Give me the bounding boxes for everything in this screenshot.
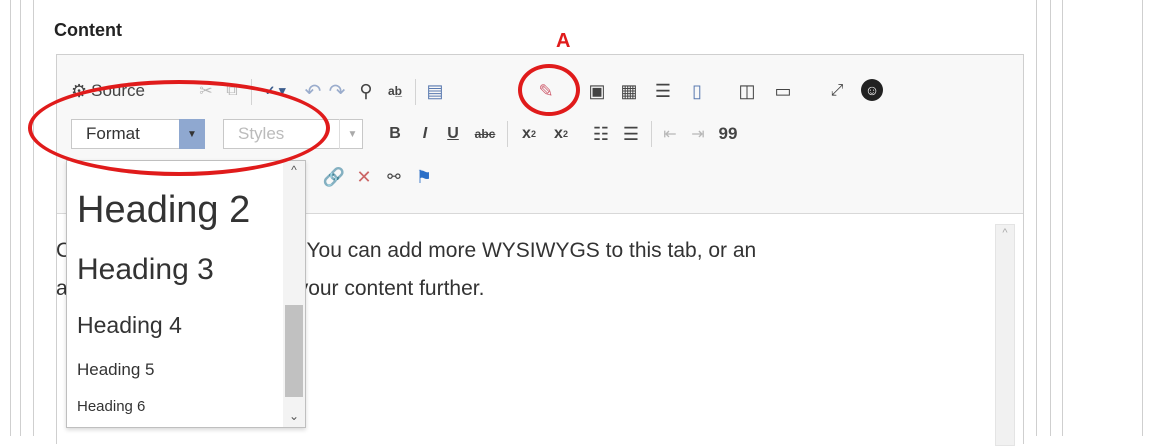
content-line-text: . You can add more WYSIWYGS to this tab,…	[295, 239, 757, 262]
format-option-heading-4[interactable]: Heading 4	[77, 312, 182, 339]
maximize-icon[interactable]: ⤢	[823, 77, 851, 105]
format-option-heading-2[interactable]: Heading 2	[77, 189, 250, 232]
format-option-heading-6[interactable]: Heading 6	[77, 398, 145, 415]
numbered-list-icon[interactable]: ☷	[587, 119, 615, 149]
frame-line	[10, 0, 11, 436]
find-icon[interactable]: ⚲	[353, 77, 379, 105]
showblocks-icon[interactable]: ◫	[733, 77, 761, 105]
italic-button[interactable]: I	[413, 119, 437, 149]
toolbar-separator	[415, 79, 416, 105]
link-icon[interactable]: 🔗	[321, 163, 347, 191]
accessibility-icon[interactable]: ☺	[857, 75, 887, 105]
frame-line	[1142, 0, 1143, 436]
chevron-up-icon[interactable]: ^	[283, 163, 305, 177]
frame-line	[1050, 0, 1051, 436]
toolbar-separator	[651, 121, 652, 147]
replace-icon[interactable]: ab̲	[381, 77, 409, 105]
horizontal-rule-icon[interactable]: ☰	[649, 77, 677, 105]
superscript-label: x	[554, 125, 563, 142]
iframe-icon[interactable]: ▯	[683, 77, 711, 105]
format-option-heading-3[interactable]: Heading 3	[77, 253, 214, 287]
strikethrough-button[interactable]: abc	[469, 119, 501, 149]
frame-line	[33, 0, 34, 436]
underline-button[interactable]: U	[441, 119, 465, 149]
indent-icon[interactable]: ⇥	[685, 119, 711, 149]
annotation-format-ellipse	[28, 80, 330, 176]
template-icon[interactable]: ▭	[769, 77, 797, 105]
outdent-icon[interactable]: ⇤	[657, 119, 683, 149]
select-all-icon[interactable]: ▤	[421, 77, 449, 105]
styles-combo-arrow[interactable]: ▼	[339, 119, 365, 149]
unlink-icon[interactable]: ✕	[351, 163, 377, 191]
frame-line	[20, 0, 21, 436]
frame-line	[1036, 0, 1037, 436]
subscript-label: x	[522, 125, 531, 142]
subscript-button[interactable]: x2	[515, 119, 543, 149]
dropdown-scrollbar[interactable]: ^ ⌄	[283, 161, 305, 427]
superscript-button[interactable]: x2	[547, 119, 575, 149]
content-line-text: your content further.	[297, 277, 485, 300]
chevron-down-icon[interactable]: ⌄	[283, 409, 305, 423]
dropdown-scroll-thumb[interactable]	[285, 305, 303, 397]
image-icon[interactable]: ▣	[583, 77, 611, 105]
chevron-up-icon[interactable]: ^	[996, 227, 1014, 239]
format-dropdown: Heading 2 Heading 3 Heading 4 Heading 5 …	[66, 160, 306, 428]
bold-button[interactable]: B	[383, 119, 407, 149]
annotation-a-label: A	[556, 30, 571, 52]
flag-icon[interactable]: ⚑	[411, 163, 437, 191]
blockquote-button[interactable]: 99	[713, 119, 743, 149]
table-icon[interactable]: ▦	[615, 77, 643, 105]
annotation-a-circle	[518, 64, 580, 116]
content-scrollbar[interactable]: ^	[995, 224, 1015, 446]
format-option-heading-5[interactable]: Heading 5	[77, 360, 155, 380]
anchor-icon[interactable]: ⚯	[381, 163, 407, 191]
redo-icon[interactable]: ↷	[325, 77, 349, 105]
toolbar-separator	[507, 121, 508, 147]
section-label: Content	[54, 20, 122, 40]
frame-line	[1062, 0, 1063, 436]
bulleted-list-icon[interactable]: ☰	[617, 119, 645, 149]
